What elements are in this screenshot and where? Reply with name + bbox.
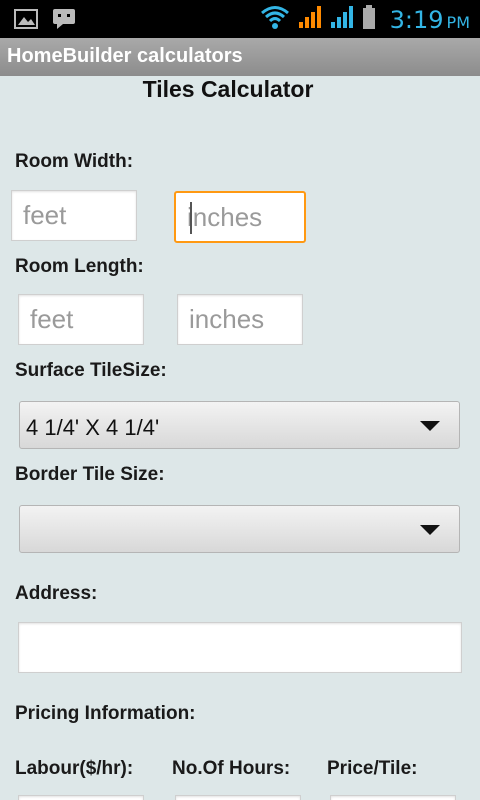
text-cursor — [190, 202, 192, 234]
room-length-feet-field[interactable] — [18, 294, 144, 345]
app-title-bar: HomeBuilder calculators — [0, 38, 480, 76]
border-tile-size-dropdown[interactable] — [19, 505, 460, 553]
room-width-inches-field[interactable] — [174, 191, 306, 243]
page-title: Tiles Calculator — [142, 76, 314, 102]
wifi-icon — [260, 4, 290, 35]
tiles-calculator-form: Tiles Calculator Room Width: Room Length… — [0, 76, 480, 800]
room-length-inches-input[interactable] — [178, 295, 302, 344]
room-width-label: Room Width: — [15, 151, 134, 172]
surface-tile-size-dropdown[interactable]: 4 1/4' X 4 1/4' — [19, 401, 460, 449]
room-length-inches-field[interactable] — [177, 294, 303, 345]
image-notification-icon — [14, 8, 38, 35]
hours-label: No.Of Hours: — [172, 758, 291, 779]
address-field[interactable] — [18, 622, 462, 673]
signal-icon — [330, 4, 354, 35]
chat-notification-icon — [52, 8, 76, 35]
surface-tile-size-label: Surface TileSize: — [15, 360, 167, 381]
room-length-feet-input[interactable] — [19, 295, 143, 344]
room-width-inches-input[interactable] — [176, 193, 304, 241]
app-title: HomeBuilder calculators — [7, 45, 243, 67]
pricing-information-label: Pricing Information: — [15, 703, 196, 724]
battery-icon — [362, 4, 376, 35]
status-clock-ampm: PM — [446, 12, 470, 32]
address-label: Address: — [15, 583, 98, 604]
price-per-tile-label: Price/Tile: — [327, 758, 418, 779]
room-width-feet-field[interactable] — [11, 190, 137, 241]
room-width-feet-input[interactable] — [12, 191, 136, 240]
hours-field[interactable] — [175, 795, 301, 800]
price-per-tile-field[interactable] — [330, 795, 456, 800]
status-clock: 3:19 — [389, 5, 444, 34]
room-length-label: Room Length: — [15, 256, 144, 277]
address-input[interactable] — [19, 623, 461, 672]
status-bar: 3:19 PM — [0, 0, 480, 38]
signal-icon — [298, 4, 322, 35]
dropdown-arrow-icon — [420, 525, 440, 535]
labour-label: Labour($/hr): — [15, 758, 134, 779]
border-tile-size-label: Border Tile Size: — [15, 464, 165, 485]
dropdown-arrow-icon — [420, 421, 440, 431]
labour-field[interactable] — [18, 795, 144, 800]
surface-tile-size-value: 4 1/4' X 4 1/4' — [26, 415, 160, 440]
